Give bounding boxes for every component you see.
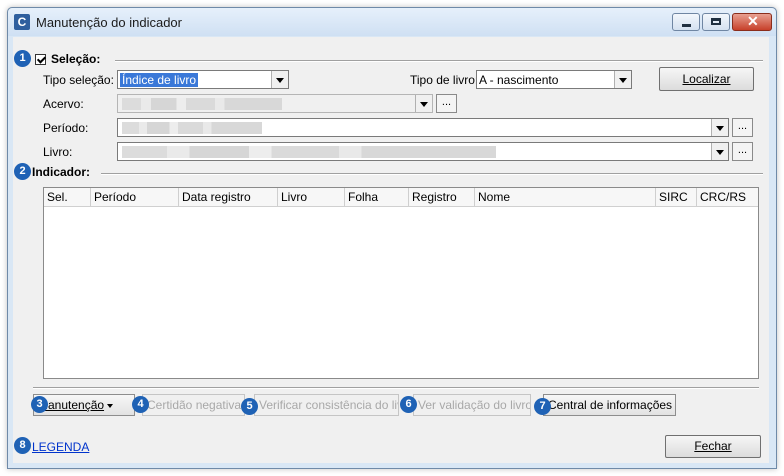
badge-2: 2 — [14, 163, 31, 180]
redacted-value — [122, 122, 262, 134]
ver-validacao-button[interactable]: Ver validação do livro... — [413, 394, 531, 416]
livro-select[interactable] — [117, 142, 729, 161]
main-window: C Manutenção do indicador ✕ 1 Seleção: T… — [7, 7, 777, 469]
indicador-divider — [101, 173, 763, 175]
selecao-title: Seleção: — [51, 52, 101, 66]
fechar-button[interactable]: Fechar — [665, 435, 761, 458]
periodo-browse-button[interactable]: ... — [732, 118, 753, 137]
col-data-registro[interactable]: Data registro — [179, 188, 278, 206]
caret-down-icon — [107, 403, 114, 408]
periodo-select[interactable] — [117, 118, 729, 137]
periodo-label: Período: — [43, 121, 89, 135]
minimize-button[interactable] — [672, 13, 700, 31]
acervo-select[interactable] — [117, 94, 433, 113]
toolbar-divider — [33, 387, 759, 389]
acervo-label: Acervo: — [43, 97, 84, 111]
minimize-icon — [682, 24, 691, 27]
livro-browse-button[interactable]: ... — [732, 142, 753, 161]
acervo-browse-button[interactable]: ... — [436, 94, 457, 113]
col-livro[interactable]: Livro — [278, 188, 345, 206]
verificar-label: Verificar consistência do livro... — [259, 398, 398, 412]
localizar-label: Localizar — [682, 72, 731, 86]
badge-3: 3 — [31, 396, 48, 413]
chevron-down-icon[interactable] — [711, 119, 728, 136]
tipo-selecao-value: Índice de livro — [120, 73, 199, 87]
badge-4: 4 — [132, 396, 149, 413]
badge-7: 7 — [534, 398, 551, 415]
ver-validacao-label: Ver validação do livro... — [418, 398, 531, 412]
col-crc-rs[interactable]: CRC/RS — [697, 188, 758, 206]
selecao-checkbox[interactable] — [35, 54, 46, 65]
col-periodo[interactable]: Período — [91, 188, 179, 206]
legenda-link[interactable]: LEGENDA — [32, 440, 89, 454]
maximize-icon — [711, 18, 721, 25]
indicador-grid[interactable]: Sel. Período Data registro Livro Folha R… — [43, 187, 759, 379]
tipo-selecao-select[interactable]: Índice de livro — [117, 70, 289, 89]
title-bar: C Manutenção do indicador ✕ — [8, 8, 776, 36]
app-icon: C — [14, 14, 30, 30]
col-sel[interactable]: Sel. — [44, 188, 91, 206]
tipo-selecao-label: Tipo seleção: — [43, 73, 114, 87]
tipo-livro-select[interactable]: A - nascimento — [476, 70, 632, 89]
fechar-label: Fechar — [694, 439, 732, 453]
redacted-value — [122, 146, 496, 158]
chevron-down-icon[interactable] — [415, 95, 432, 112]
livro-label: Livro: — [43, 145, 73, 159]
central-informacoes-button[interactable]: Central de informações — [543, 394, 676, 416]
badge-1: 1 — [14, 50, 31, 67]
caret-down-icon — [675, 404, 676, 408]
redacted-value — [122, 98, 282, 110]
window-title: Manutenção do indicador — [36, 15, 182, 30]
close-button[interactable]: ✕ — [732, 13, 772, 31]
tipo-livro-value: A - nascimento — [479, 73, 559, 87]
col-folha[interactable]: Folha — [345, 188, 409, 206]
indicador-title: Indicador: — [32, 165, 91, 179]
col-nome[interactable]: Nome — [475, 188, 656, 206]
badge-8: 8 — [14, 437, 31, 454]
col-registro[interactable]: Registro — [409, 188, 475, 206]
col-sirc[interactable]: SIRC — [656, 188, 697, 206]
chevron-down-icon[interactable] — [711, 143, 728, 160]
manutencao-button[interactable]: Manutenção — [33, 394, 135, 416]
verificar-consistencia-button[interactable]: Verificar consistência do livro... — [254, 394, 399, 416]
maximize-button[interactable] — [702, 13, 730, 31]
grid-header: Sel. Período Data registro Livro Folha R… — [44, 188, 758, 207]
certidao-label: Certidão negativa... — [147, 398, 245, 412]
chevron-down-icon[interactable] — [614, 71, 631, 88]
localizar-button[interactable]: Localizar — [659, 67, 754, 91]
badge-6: 6 — [400, 396, 417, 413]
badge-5: 5 — [241, 398, 258, 415]
tipo-livro-label: Tipo de livro: — [410, 73, 479, 87]
dialog-body: 1 Seleção: Tipo seleção: Índice de livro… — [13, 37, 769, 463]
central-label: Central de informações — [548, 398, 673, 412]
close-icon: ✕ — [747, 13, 759, 29]
chevron-down-icon[interactable] — [271, 71, 288, 88]
certidao-negativa-button[interactable]: Certidão negativa... — [142, 394, 245, 416]
selecao-divider — [115, 60, 763, 62]
